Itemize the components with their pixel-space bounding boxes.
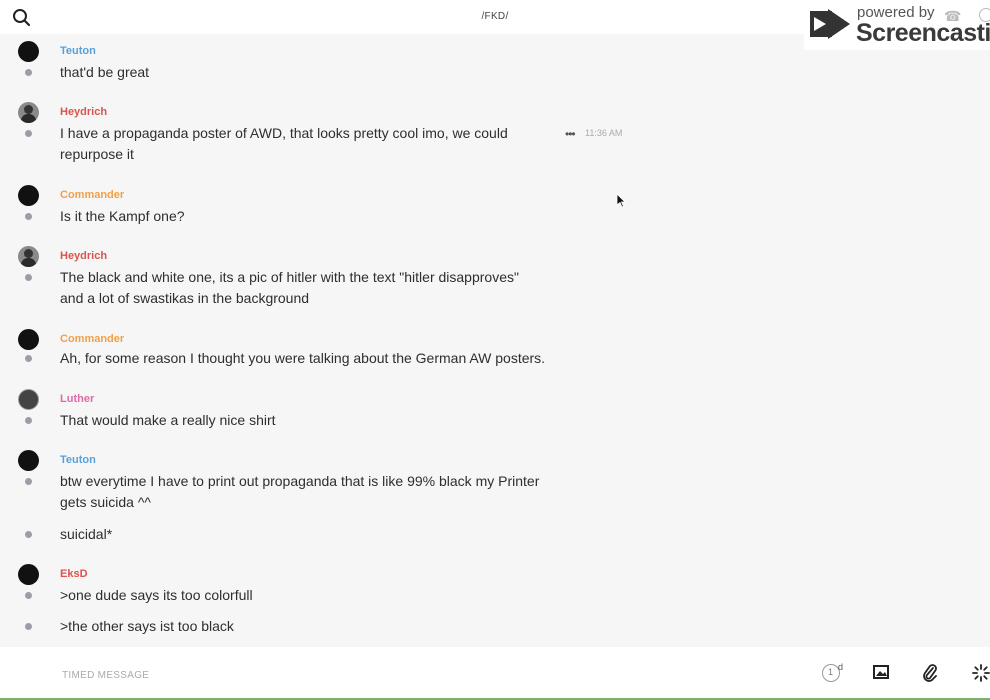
timer-unit: d — [838, 662, 844, 672]
message-author[interactable]: Luther — [60, 393, 94, 405]
message-list: Teuton that'd be great Heydrich I have a… — [0, 34, 990, 646]
message-dot — [25, 478, 32, 485]
message-dot — [25, 531, 32, 538]
message-author[interactable]: Heydrich — [60, 106, 107, 118]
message-author[interactable]: Commander — [60, 333, 124, 345]
message-author[interactable]: EksD — [60, 568, 88, 580]
avatar[interactable] — [18, 329, 39, 350]
message-dot — [25, 592, 32, 599]
message-text: suicidal* — [60, 526, 113, 542]
more-icon[interactable]: ••• — [565, 127, 576, 141]
avatar[interactable] — [18, 185, 39, 206]
composer-bar: 1 d — [0, 647, 990, 700]
sparkle-icon[interactable] — [972, 664, 990, 682]
message-author[interactable]: Heydrich — [60, 250, 107, 262]
message-text: Is it the Kampf one? — [60, 208, 185, 224]
message-dot — [25, 355, 32, 362]
message-dot — [25, 69, 32, 76]
message-text: I have a propaganda poster of AWD, that … — [60, 125, 508, 162]
message-text: Ah, for some reason I thought you were t… — [60, 350, 546, 366]
timer-value: 1 — [827, 667, 833, 677]
phone-icon[interactable]: ☎ — [944, 8, 961, 25]
avatar[interactable] — [18, 389, 39, 410]
avatar[interactable] — [18, 246, 39, 267]
message-author[interactable]: Commander — [60, 189, 124, 201]
message-text: The black and white one, its a pic of hi… — [60, 269, 519, 306]
message-dot — [25, 213, 32, 220]
message-author[interactable]: Teuton — [60, 45, 96, 57]
message-text: >the other says ist too black — [60, 618, 234, 634]
paperclip-icon[interactable] — [922, 664, 938, 682]
message-text: that'd be great — [60, 64, 150, 80]
avatar[interactable] — [18, 450, 39, 471]
avatar[interactable] — [18, 102, 39, 123]
message-text: >one dude says its too colorfull — [60, 587, 253, 603]
mouse-cursor-icon — [617, 194, 626, 208]
message-timestamp: 11:36 AM — [585, 128, 623, 138]
message-text: That would make a really nice shirt — [60, 412, 276, 428]
timed-message-input[interactable] — [60, 663, 764, 687]
avatar[interactable] — [18, 564, 39, 585]
message-text: btw everytime I have to print out propag… — [60, 473, 540, 510]
avatar[interactable] — [18, 41, 39, 62]
info-icon[interactable] — [979, 8, 990, 22]
message-dot — [25, 274, 32, 281]
message-dot — [25, 130, 32, 137]
message-dot — [25, 417, 32, 424]
message-author[interactable]: Teuton — [60, 454, 96, 466]
message-dot — [25, 623, 32, 630]
image-icon[interactable] — [873, 665, 889, 679]
